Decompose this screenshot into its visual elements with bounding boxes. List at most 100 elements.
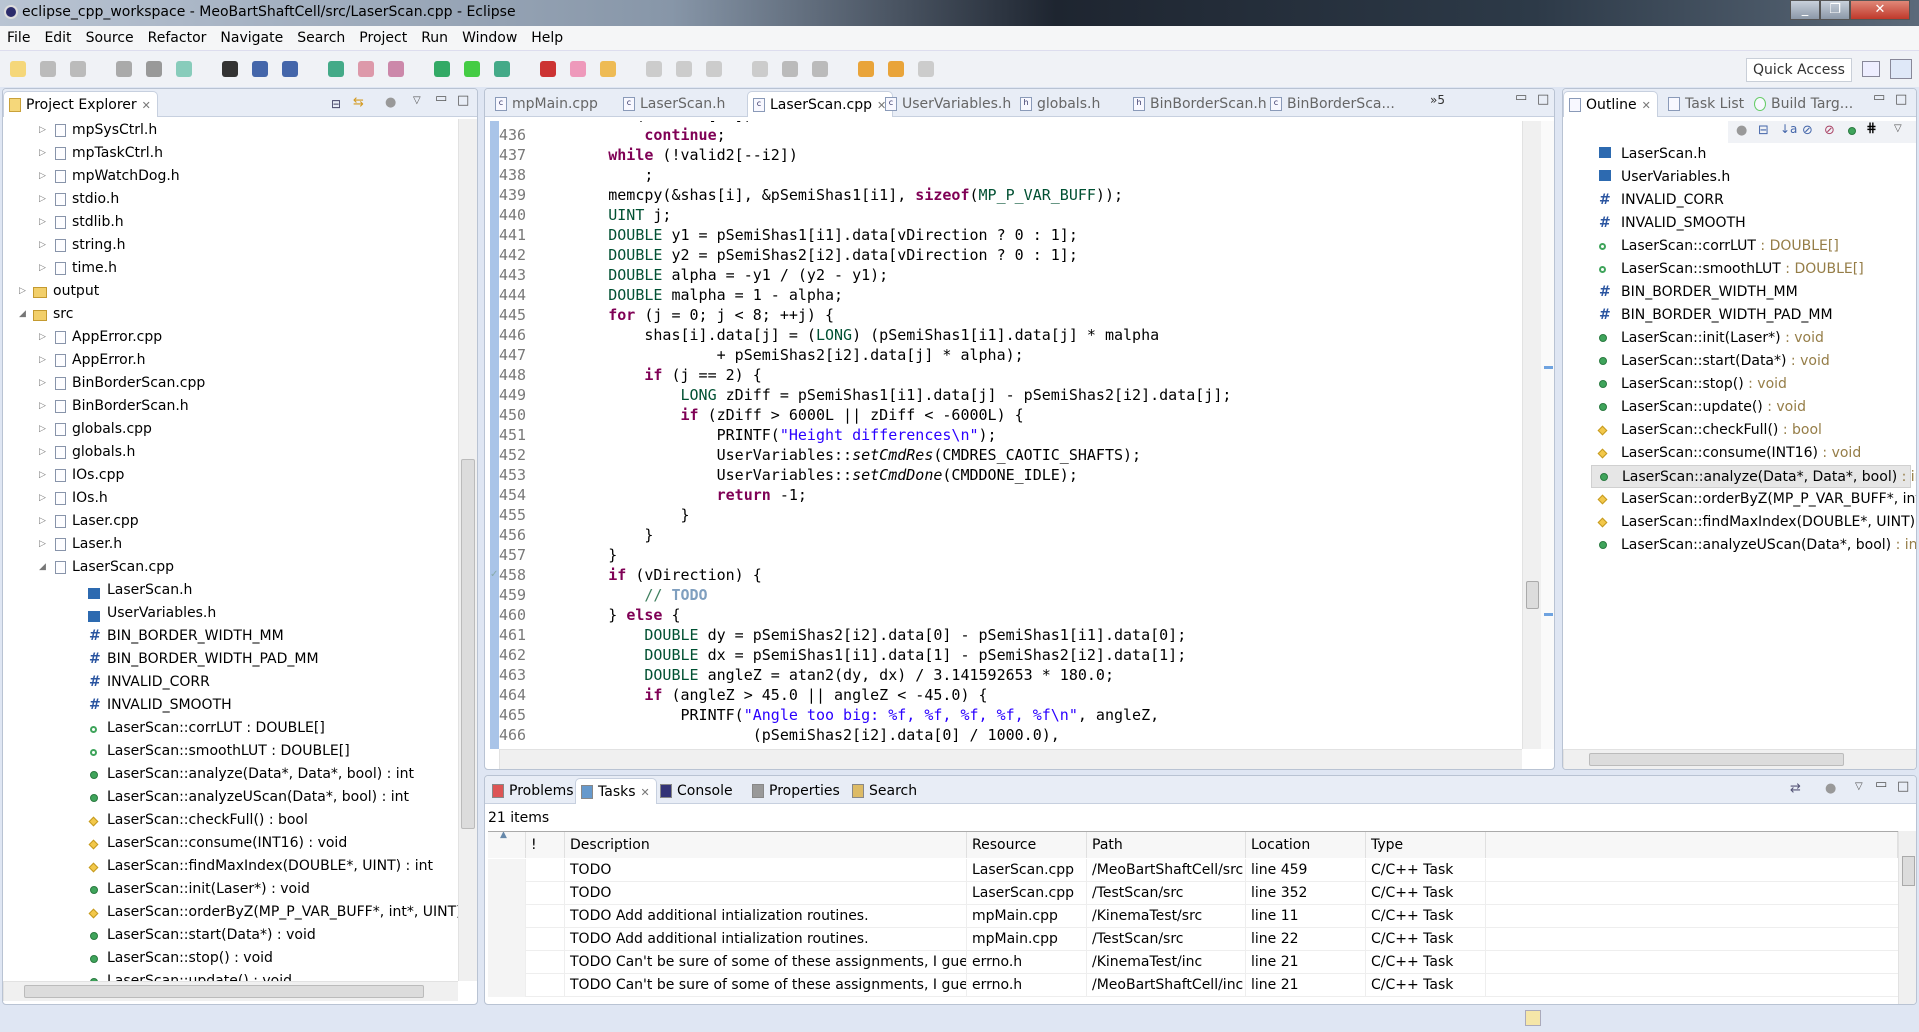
tasks-vertical-scrollbar[interactable]	[1898, 831, 1916, 1004]
tree-item[interactable]: LaserScan::corrLUT : DOUBLE[]	[3, 717, 458, 740]
minimize-view-icon[interactable]: ▭	[1875, 777, 1887, 792]
toolbar-button-icon[interactable]	[70, 61, 86, 77]
outline-item[interactable]: LaserScan::update() : void	[1591, 396, 1911, 419]
collapse-arrow-icon[interactable]: ▷	[39, 395, 46, 418]
tree-item[interactable]: LaserScan::smoothLUT : DOUBLE[]	[3, 740, 458, 763]
outline-item[interactable]: LaserScan::checkFull() : bool	[1591, 419, 1911, 442]
close-button[interactable]: ✕	[1850, 0, 1910, 20]
tree-item[interactable]: LaserScan::update() : void	[3, 970, 458, 981]
progress-icon[interactable]	[1525, 1010, 1541, 1026]
editor-tab[interactable]: c LaserScan.h	[618, 91, 731, 117]
maximize-button[interactable]: ❐	[1820, 0, 1850, 20]
collapse-arrow-icon[interactable]: ▷	[39, 211, 46, 234]
tree-item[interactable]: LaserScan::findMaxIndex(DOUBLE*, UINT) :…	[3, 855, 458, 878]
collapse-arrow-icon[interactable]: ▷	[39, 372, 46, 395]
editor-tab[interactable]: h globals.h	[1015, 91, 1106, 117]
minimize-view-icon[interactable]: ▭	[435, 91, 447, 106]
open-perspective-icon[interactable]	[1862, 61, 1880, 77]
tree-item[interactable]: ◢ src	[3, 303, 458, 326]
view-menu-icon[interactable]: ▽	[413, 95, 421, 106]
collapse-arrow-icon[interactable]: ▷	[39, 119, 46, 142]
toolbar-button-icon[interactable]	[782, 61, 798, 77]
scroll-thumb[interactable]	[461, 459, 475, 829]
tab-search[interactable]: Search	[847, 778, 923, 804]
tree-item[interactable]: ▷ output	[3, 280, 458, 303]
group-icon[interactable]: ●	[1736, 123, 1747, 138]
collapse-all-icon[interactable]: ⊟	[331, 97, 341, 111]
menu-refactor[interactable]: Refactor	[141, 26, 214, 46]
menu-source[interactable]: Source	[79, 26, 141, 46]
close-tab-icon[interactable]: ✕	[1642, 99, 1651, 112]
horizontal-scrollbar[interactable]	[3, 981, 458, 1001]
tree-item[interactable]: ◢ LaserScan.cpp	[3, 556, 458, 579]
editor-tab[interactable]: c UserVariables.h	[880, 91, 1017, 117]
table-row[interactable]: TODO LaserScan.cpp/TestScan/src line 352 C/…	[488, 882, 1898, 905]
toolbar-button-icon[interactable]	[328, 61, 344, 77]
column-header[interactable]: Path	[1087, 832, 1246, 858]
tree-item[interactable]: ▷ stdio.h	[3, 188, 458, 211]
scroll-thumb[interactable]	[1902, 856, 1915, 886]
maximize-view-icon[interactable]: □	[1537, 92, 1549, 107]
tab-tasks[interactable]: Tasks ✕	[575, 778, 657, 804]
editor-tab[interactable]: c mpMain.cpp	[490, 91, 604, 117]
column-header[interactable]: Resource	[967, 832, 1087, 858]
toolbar-button-icon[interactable]	[434, 61, 450, 77]
collapse-arrow-icon[interactable]: ▷	[39, 533, 46, 556]
menu-file[interactable]: File	[0, 26, 37, 46]
tree-item[interactable]: LaserScan::checkFull() : bool	[3, 809, 458, 832]
table-row[interactable]: TODO Can't be sure of some of these assi…	[488, 951, 1898, 974]
column-header[interactable]: !	[526, 832, 565, 858]
hide-fields-icon[interactable]: ⊘	[1802, 123, 1813, 138]
tree-item[interactable]: LaserScan::analyze(Data*, Data*, bool) :…	[3, 763, 458, 786]
collapse-arrow-icon[interactable]: ▷	[39, 165, 46, 188]
menu-run[interactable]: Run	[414, 26, 455, 46]
collapse-arrow-icon[interactable]: ▷	[39, 464, 46, 487]
column-header[interactable]: Location	[1246, 832, 1366, 858]
collapse-arrow-icon[interactable]: ▷	[39, 234, 46, 257]
tree-item[interactable]: LaserScan::analyzeUScan(Data*, bool) : i…	[3, 786, 458, 809]
scroll-thumb[interactable]	[1589, 753, 1844, 766]
toolbar-button-icon[interactable]	[752, 61, 768, 77]
tree-item[interactable]: LaserScan::orderByZ(MP_P_VAR_BUFF*, int*…	[3, 901, 458, 924]
code-editor[interactable]: 435 if (!valid1[i1])436 continue;437 whi…	[485, 121, 1519, 749]
maximize-view-icon[interactable]: □	[457, 93, 469, 108]
tree-item[interactable]: ▷ IOs.h	[3, 487, 458, 510]
expand-arrow-icon[interactable]: ◢	[39, 556, 46, 579]
tree-item[interactable]: ▷ BinBorderScan.cpp	[3, 372, 458, 395]
tree-item[interactable]: LaserScan::stop() : void	[3, 947, 458, 970]
minimize-view-icon[interactable]: ▭	[1515, 90, 1527, 105]
collapse-arrow-icon[interactable]: ▷	[39, 188, 46, 211]
tree-item[interactable]: ▷ Laser.h	[3, 533, 458, 556]
tree-item[interactable]: ▷ string.h	[3, 234, 458, 257]
collapse-all-icon[interactable]: ⊟	[1758, 123, 1769, 138]
hide-macros-icon[interactable]: ⋕	[1866, 121, 1877, 136]
toolbar-button-icon[interactable]	[464, 61, 480, 77]
outline-item[interactable]: # BIN_BORDER_WIDTH_MM	[1591, 281, 1911, 304]
tab-project-explorer[interactable]: Project Explorer ✕	[3, 91, 158, 117]
maximize-view-icon[interactable]: □	[1895, 92, 1907, 107]
tab-build-targets[interactable]: Build Targ...	[1749, 91, 1859, 117]
tab-problems[interactable]: Problems	[487, 778, 580, 804]
tree-item[interactable]: ▷ mpWatchDog.h	[3, 165, 458, 188]
toolbar-button-icon[interactable]	[676, 61, 692, 77]
collapse-arrow-icon[interactable]: ▷	[39, 418, 46, 441]
outline-item[interactable]: LaserScan.h	[1591, 143, 1911, 166]
menu-window[interactable]: Window	[455, 26, 524, 46]
toolbar-button-icon[interactable]	[570, 61, 586, 77]
vertical-scrollbar[interactable]	[458, 119, 477, 981]
toolbar-button-icon[interactable]	[706, 61, 722, 77]
tab-console[interactable]: Console	[655, 778, 739, 804]
filter-icon[interactable]: ●	[1825, 781, 1836, 796]
toolbar-button-icon[interactable]	[812, 61, 828, 77]
toolbar-button-icon[interactable]	[918, 61, 934, 77]
outline-item[interactable]: UserVariables.h	[1591, 166, 1911, 189]
view-menu-icon[interactable]: ▽	[1894, 123, 1902, 134]
view-menu-icon[interactable]: ▽	[1855, 781, 1863, 792]
toolbar-button-icon[interactable]	[494, 61, 510, 77]
minimize-button[interactable]: _	[1790, 0, 1820, 20]
tree-item[interactable]: ▷ mpSysCtrl.h	[3, 119, 458, 142]
sort-icon[interactable]: ↓a	[1780, 122, 1797, 136]
tree-item[interactable]: LaserScan::consume(INT16) : void	[3, 832, 458, 855]
overview-ruler[interactable]	[1541, 121, 1554, 749]
table-row[interactable]: TODO LaserScan.cpp/MeoBartShaftCell/src li…	[488, 859, 1898, 882]
